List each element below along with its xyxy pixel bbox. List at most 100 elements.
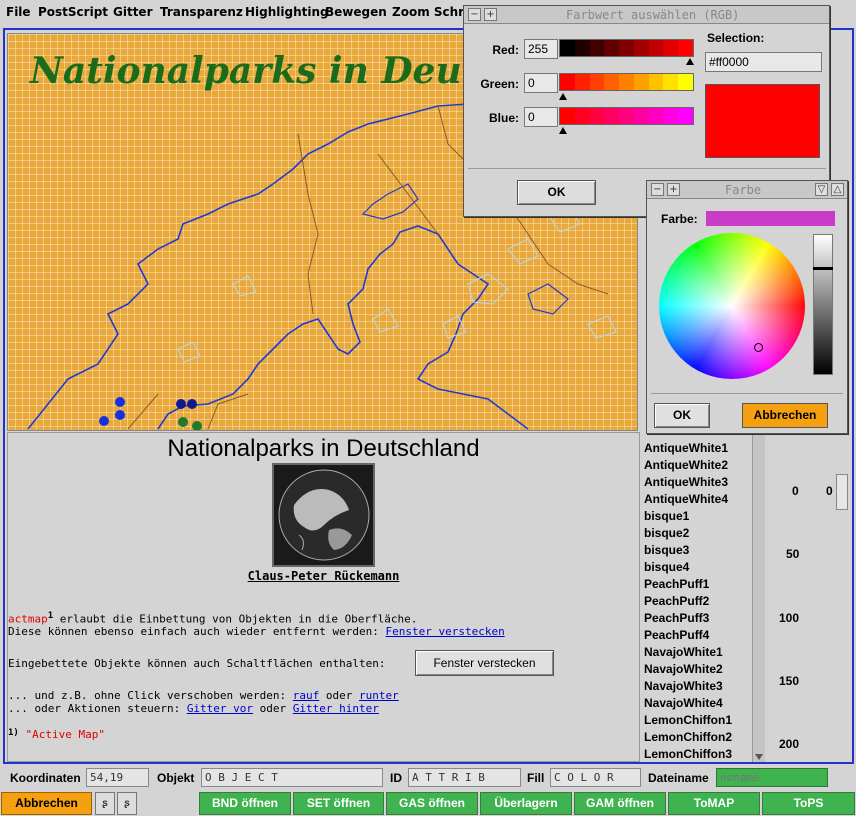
list-item[interactable]: bisque3 [644, 543, 689, 557]
list-item[interactable]: PeachPuff2 [644, 594, 709, 608]
selected-color-swatch [705, 84, 820, 158]
up-link[interactable]: rauf [293, 689, 320, 702]
list-item[interactable]: bisque1 [644, 509, 689, 523]
separator [651, 393, 843, 394]
hide-window-link[interactable]: Fenster verstecken [386, 625, 505, 638]
gam-open-button[interactable]: GAM öffnen [574, 792, 666, 815]
page-title: Nationalparks in Deutschland [167, 435, 480, 462]
brightness-slider-handle[interactable] [813, 267, 833, 270]
list-item[interactable]: NavajoWhite2 [644, 662, 723, 676]
list-item[interactable]: NavajoWhite3 [644, 679, 723, 693]
move-line: ... und z.B. ohne Click verschoben werde… [8, 689, 399, 702]
rgb-dialog-title: Farbwert auswählen (RGB) [566, 8, 740, 22]
list-item[interactable]: PeachPuff3 [644, 611, 709, 625]
list-item[interactable]: NavajoWhite4 [644, 696, 723, 710]
menu-file[interactable]: File [6, 5, 31, 19]
object-field[interactable]: O B J E C T [201, 768, 383, 787]
filename-input[interactable] [716, 768, 828, 787]
grid-front-link[interactable]: Gitter vor [187, 702, 253, 715]
list-item[interactable]: LemonChiffon2 [644, 730, 732, 744]
selection-label: Selection: [707, 31, 765, 45]
menu-transparenz[interactable]: Transparenz [160, 5, 243, 19]
brightness-slider[interactable] [813, 234, 833, 375]
window-maximize-icon[interactable]: + [667, 183, 680, 196]
color-wheel-dialog: − + Farbe ▽ △ Farbe: OK Abbrechen [646, 180, 848, 434]
ok-button[interactable]: OK [654, 403, 710, 428]
scale-tick: 0 [792, 484, 799, 498]
hide-window-button[interactable]: Fenster verstecken [415, 650, 554, 676]
id-field[interactable]: A T T R I B [408, 768, 521, 787]
red-slider[interactable] [559, 39, 694, 57]
grid-back-link[interactable]: Gitter hinter [293, 702, 379, 715]
coordinates-label: Koordinaten [10, 771, 81, 785]
bnd-open-button[interactable]: BND öffnen [199, 792, 291, 815]
bottom-toolbar: Abbrechen ʂ ʂ BND öffnen SET öffnen GAS … [0, 792, 856, 816]
scroll-down-arrow-icon[interactable] [755, 754, 763, 760]
footnote-text: "Active Map" [25, 728, 105, 741]
scale-value: 0 [826, 484, 833, 498]
menu-highlighting[interactable]: Highlighting [245, 5, 329, 19]
footnote-number: 1) [8, 728, 19, 738]
gs-icon[interactable]: ʂ [95, 792, 115, 815]
list-item[interactable]: LemonChiffon3 [644, 747, 732, 761]
list-item[interactable]: PeachPuff1 [644, 577, 709, 591]
tomap-button[interactable]: ToMAP [668, 792, 760, 815]
gas-open-button[interactable]: GAS öffnen [386, 792, 478, 815]
actmap-term: actmap [8, 612, 48, 626]
current-color-swatch [706, 211, 835, 226]
author-link[interactable]: Claus-Peter Rückemann [8, 569, 639, 583]
green-slider[interactable] [559, 73, 694, 91]
html-viewer: Nationalparks in Deutschland Claus-Peter… [7, 432, 640, 762]
window-maximize-icon[interactable]: + [484, 8, 497, 21]
window-menu-icon[interactable]: − [651, 183, 664, 196]
down-link[interactable]: runter [359, 689, 399, 702]
overlay-button[interactable]: Überlagern [480, 792, 572, 815]
color-name-list[interactable]: AntiqueWhite1 AntiqueWhite2 AntiqueWhite… [642, 430, 752, 762]
window-minimize-icon[interactable]: ▽ [815, 183, 828, 196]
intro-line: actmap1 erlaubt die Einbettung von Objek… [8, 611, 417, 626]
zoom-scale[interactable]: 0 0 50 100 150 200 [766, 430, 852, 762]
list-item[interactable]: NavajoWhite1 [644, 645, 723, 659]
menu-gitter[interactable]: Gitter [113, 5, 153, 19]
selection-field[interactable]: #ff0000 [705, 52, 822, 72]
menu-postscript[interactable]: PostScript [38, 5, 108, 19]
fill-field[interactable]: C O L O R [550, 768, 641, 787]
gs-icon[interactable]: ʂ [117, 792, 137, 815]
window-menu-icon[interactable]: − [468, 8, 481, 21]
ok-button[interactable]: OK [517, 180, 596, 205]
list-item[interactable]: bisque2 [644, 526, 689, 540]
color-wheel[interactable] [659, 233, 805, 379]
set-open-button[interactable]: SET öffnen [293, 792, 384, 815]
list-item[interactable]: AntiqueWhite2 [644, 458, 728, 472]
intro-text: erlaubt die Einbettung von Objekten in d… [53, 612, 418, 626]
blue-slider[interactable] [559, 107, 694, 125]
scale-slider-handle[interactable] [836, 474, 848, 510]
list-scrollbar[interactable] [752, 430, 765, 762]
red-value-field[interactable]: 255 [524, 39, 558, 59]
farbe-dialog-titlebar[interactable]: − + Farbe ▽ △ [647, 181, 847, 199]
list-item[interactable]: LemonChiffon1 [644, 713, 732, 727]
cancel-button[interactable]: Abbrechen [742, 403, 828, 428]
green-slider-marker[interactable] [559, 93, 567, 100]
cancel-button[interactable]: Abbrechen [1, 792, 92, 815]
list-item[interactable]: bisque4 [644, 560, 689, 574]
color-wheel-cursor[interactable] [754, 343, 763, 352]
list-item[interactable]: AntiqueWhite1 [644, 441, 728, 455]
farbe-dialog-title: Farbe [725, 183, 762, 197]
list-item[interactable]: AntiqueWhite3 [644, 475, 728, 489]
menu-bewegen[interactable]: Bewegen [325, 5, 387, 19]
list-item[interactable]: AntiqueWhite4 [644, 492, 728, 506]
tops-button[interactable]: ToPS [762, 792, 855, 815]
window-raise-icon[interactable]: △ [831, 183, 844, 196]
list-item[interactable]: PeachPuff4 [644, 628, 709, 642]
blue-slider-marker[interactable] [559, 127, 567, 134]
scale-tick: 150 [779, 674, 800, 688]
action-line-text: ... oder Aktionen steuern: [8, 702, 187, 715]
filename-label: Dateiname [648, 771, 709, 785]
green-value-field[interactable]: 0 [524, 73, 558, 93]
red-slider-marker[interactable] [686, 58, 694, 65]
move-line-text: ... und z.B. ohne Click verschoben werde… [8, 689, 293, 702]
embedded-line: Eingebettete Objekte können auch Schaltf… [8, 657, 386, 670]
rgb-dialog-titlebar[interactable]: − + Farbwert auswählen (RGB) [464, 6, 829, 24]
blue-value-field[interactable]: 0 [524, 107, 558, 127]
